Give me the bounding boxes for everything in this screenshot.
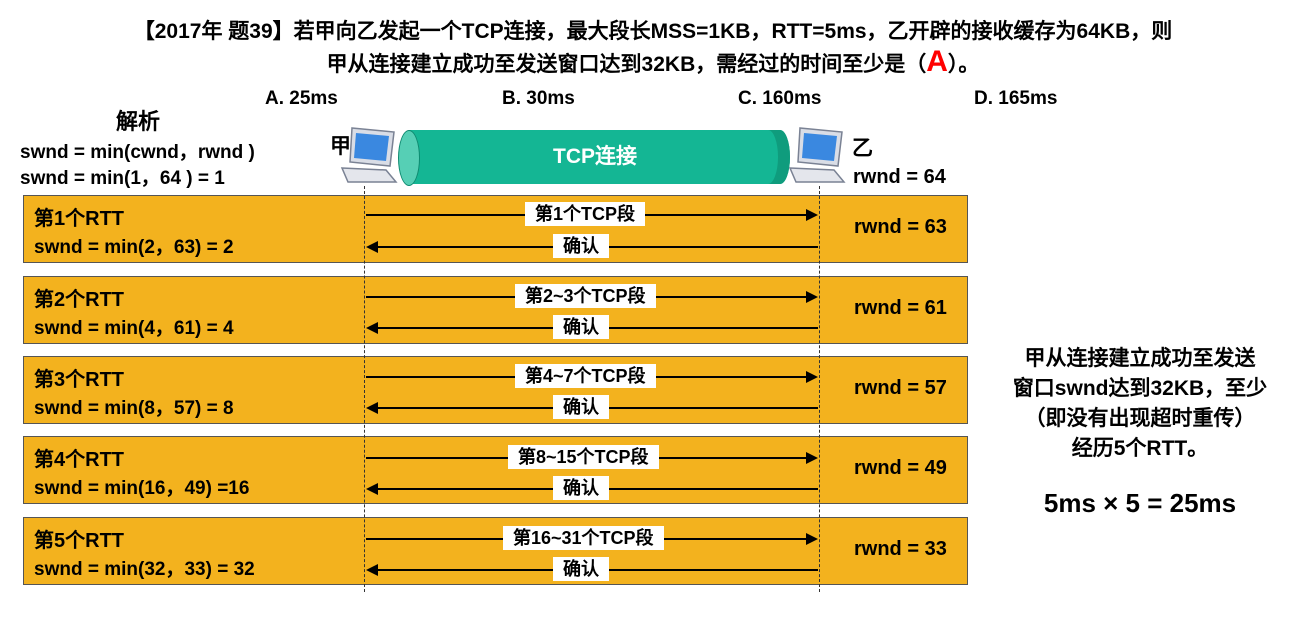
receiver-label: 乙	[852, 137, 873, 160]
rtt-title: 第4个RTT	[34, 449, 124, 471]
receiver-timeline	[819, 186, 820, 592]
tcp-connection-label: TCP连接	[553, 145, 637, 168]
rtt-title: 第1个RTT	[34, 208, 124, 230]
rtt-swnd: swnd = min(16，49) =16	[34, 478, 250, 499]
option-b: B. 30ms	[502, 88, 575, 109]
laptop-icon	[786, 124, 848, 184]
option-c: C. 160ms	[738, 88, 822, 109]
rtt-row: 第1个RTT swnd = min(2，63) = 2 rwnd = 63	[23, 195, 968, 263]
conclusion-line-2: 窗口swnd达到32KB，至少	[1012, 377, 1268, 400]
laptop-icon	[338, 124, 400, 184]
analysis-title: 解析	[116, 109, 161, 134]
calculation: 5ms × 5 = 25ms	[1043, 488, 1237, 518]
formula-2: swnd = min(1，64 ) = 1	[20, 168, 225, 189]
conclusion-line-4: 经历5个RTT。	[1071, 437, 1209, 460]
rtt-swnd: swnd = min(4，61) = 4	[34, 318, 234, 339]
formula-1: swnd = min(cwnd，rwnd )	[20, 142, 255, 163]
answer-letter: A	[926, 45, 948, 78]
sender-timeline	[364, 186, 365, 592]
ack-label: 确认	[553, 557, 609, 581]
ack-label: 确认	[553, 395, 609, 419]
conclusion-line-1: 甲从连接建立成功至发送	[1024, 347, 1256, 370]
rtt-rwnd: rwnd = 57	[854, 377, 947, 399]
rtt-swnd: swnd = min(2，63) = 2	[34, 237, 234, 258]
rtt-row: 第3个RTT swnd = min(8，57) = 8 rwnd = 57	[23, 356, 968, 424]
option-d: D. 165ms	[974, 88, 1058, 109]
rtt-rwnd: rwnd = 63	[854, 216, 947, 238]
rtt-row: 第4个RTT swnd = min(16，49) =16 rwnd = 49	[23, 436, 968, 504]
rtt-row: 第5个RTT swnd = min(32，33) = 32 rwnd = 33	[23, 517, 968, 585]
ack-label: 确认	[553, 476, 609, 500]
ack-label: 确认	[553, 234, 609, 258]
initial-rwnd: rwnd = 64	[853, 166, 946, 188]
segment-label: 第1个TCP段	[525, 202, 646, 226]
rtt-title: 第2个RTT	[34, 289, 124, 311]
segment-label: 第16~31个TCP段	[503, 526, 664, 550]
question-line-2-end: ）。	[947, 53, 980, 76]
question-line-1: 【2017年 题39】若甲向乙发起一个TCP连接，最大段长MSS=1KB，RTT…	[133, 20, 1173, 43]
rtt-title: 第3个RTT	[34, 369, 124, 391]
question-line-2-text: 甲从连接建立成功至发送窗口达到32KB，需经过的时间至少是（	[326, 53, 927, 76]
option-a: A. 25ms	[265, 88, 338, 109]
rtt-rwnd: rwnd = 49	[854, 457, 947, 479]
segment-label: 第4~7个TCP段	[515, 364, 656, 388]
rtt-swnd: swnd = min(8，57) = 8	[34, 398, 234, 419]
segment-label: 第8~15个TCP段	[508, 445, 659, 469]
ack-label: 确认	[553, 315, 609, 339]
rtt-swnd: swnd = min(32，33) = 32	[34, 559, 255, 580]
rtt-title: 第5个RTT	[34, 530, 124, 552]
question-line-2: 甲从连接建立成功至发送窗口达到32KB，需经过的时间至少是（A）。	[0, 45, 1306, 79]
segment-label: 第2~3个TCP段	[515, 284, 656, 308]
rtt-row: 第2个RTT swnd = min(4，61) = 4 rwnd = 61	[23, 276, 968, 344]
conclusion-line-3: （即没有出现超时重传）	[1024, 407, 1256, 430]
rtt-rwnd: rwnd = 61	[854, 297, 947, 319]
rtt-rwnd: rwnd = 33	[854, 538, 947, 560]
